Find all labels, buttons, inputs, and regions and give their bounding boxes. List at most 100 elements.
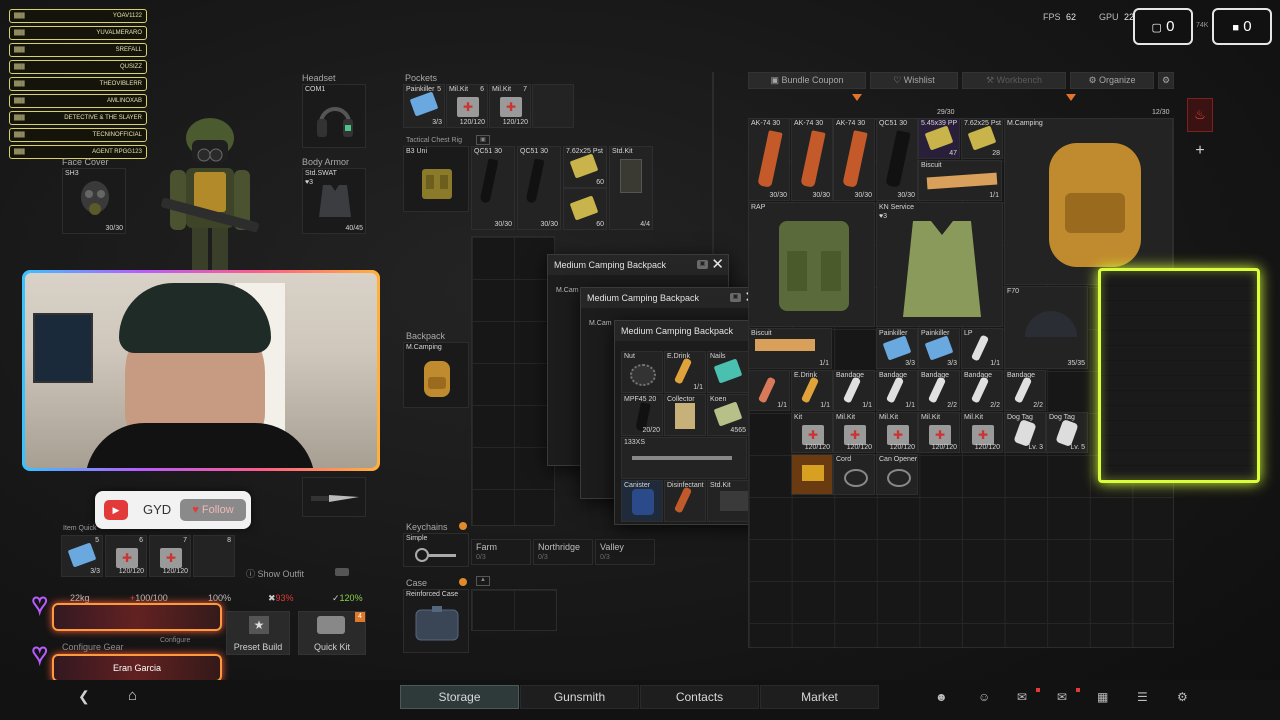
keychain-slot[interactable]: Valley 0/3 (595, 539, 655, 565)
chat-icon[interactable]: ✉ (1017, 690, 1027, 704)
stash-bandage-item[interactable]: Bandage 1/1 (833, 370, 875, 411)
window-1-close-button[interactable]: ✕ (711, 257, 724, 272)
rig-slot-item[interactable]: 7.62x25 Pst 60 (563, 146, 607, 188)
case-pin-icon[interactable]: ▲ (476, 576, 490, 586)
preset-build-button[interactable]: ★ Preset Build (226, 611, 290, 655)
mail-icon[interactable]: ✉ (1057, 690, 1067, 704)
pocket-item[interactable]: Painkiller 3/3 5 (403, 84, 445, 128)
webcam-monitor (33, 313, 93, 383)
stash-tab-main[interactable]: ♨ (1187, 98, 1213, 132)
settings-icon[interactable]: ⚙ (1177, 690, 1188, 704)
workbench-button[interactable]: ⚒ Workbench (962, 72, 1066, 89)
stash-item[interactable]: AK-74 30 30/30 (791, 118, 833, 201)
quick-slot[interactable]: ✚ 120/120 7 (149, 535, 191, 577)
backpack-item[interactable]: Canister (621, 480, 663, 522)
bundle-coupon-button[interactable]: ▣ Bundle Coupon (748, 72, 866, 89)
tasks-icon[interactable]: ☰ (1137, 690, 1148, 704)
stash-rap[interactable]: RAP (748, 202, 875, 327)
melee-slot[interactable] (302, 477, 366, 517)
stash-kit-item[interactable]: ✚ Mil.Kit 120/120 (833, 412, 875, 453)
stash-item[interactable]: AK-74 30 30/30 (833, 118, 875, 201)
stash-kit-item[interactable]: Dog Tag Lv. 5 (1046, 412, 1088, 453)
backpack-item[interactable]: 133XS (621, 437, 747, 479)
window-1-lock-icon[interactable]: ▣ (697, 260, 708, 269)
backpack-slot[interactable]: M.Camping (403, 342, 469, 408)
wishlist-button[interactable]: ♡ Wishlist (870, 72, 958, 89)
quick-kit-button[interactable]: 4 Quick Kit (298, 611, 366, 655)
rig-slot-item[interactable]: QC51 30 30/30 (471, 146, 515, 230)
window-2-lock-icon[interactable]: ▣ (730, 293, 741, 302)
face-cover-slot[interactable]: SH3 30/30 (62, 168, 126, 234)
organize-button[interactable]: ⚙ Organize (1070, 72, 1154, 89)
backpack-item[interactable]: MPF45 20 20/20 (621, 394, 663, 436)
stash-kit-item[interactable]: ✚ Mil.Kit 120/120 (961, 412, 1003, 453)
add-stash-tab-button[interactable]: + (1187, 140, 1213, 164)
body-armor-slot[interactable]: Std.SWAT ♥3 40/45 (302, 168, 366, 234)
case-info-icon[interactable] (459, 578, 467, 586)
stash-kit-item[interactable]: ✚ Mil.Kit 120/120 (918, 412, 960, 453)
shop-icon[interactable]: ▦ (1097, 690, 1108, 704)
profile-icon[interactable]: ☺ (978, 690, 990, 704)
back-button[interactable]: ❮ (78, 688, 90, 705)
configure-gear-button[interactable]: Configure Gear (62, 642, 124, 652)
stash-med-item[interactable]: Painkiller 3/3 (918, 328, 960, 369)
show-outfit-switch[interactable] (335, 568, 349, 576)
stash-bandage-item[interactable]: Bandage 1/1 (876, 370, 918, 411)
pocket-empty-slot[interactable] (532, 84, 574, 128)
rig-slot[interactable]: B3 Uni (403, 146, 469, 212)
rig-slot-item[interactable]: QC51 30 30/30 (517, 146, 561, 230)
stash-med-item[interactable]: Painkiller 3/3 (876, 328, 918, 369)
squad-icon[interactable]: ☻ (935, 690, 948, 704)
nav-tab-market[interactable]: Market (760, 685, 879, 709)
home-button[interactable]: ⌂ (128, 687, 137, 704)
stash-kit-item[interactable]: ✚ Mil.Kit 120/120 (876, 412, 918, 453)
stash-med-item[interactable]: Biscuit 1/1 (748, 328, 832, 369)
backpack-item[interactable]: Nut (621, 351, 663, 393)
quick-slot[interactable]: ✚ 120/120 6 (105, 535, 147, 577)
backpack-item[interactable]: Disinfectant (664, 480, 706, 522)
nav-tab-gunsmith[interactable]: Gunsmith (520, 685, 639, 709)
pocket-item[interactable]: ✚ Mil.Kit 120/120 6 (446, 84, 488, 128)
stash-settings-button[interactable]: ⚙ (1158, 72, 1174, 89)
keychain-info-icon[interactable] (459, 522, 467, 530)
nav-tab-contacts[interactable]: Contacts (640, 685, 759, 709)
stash-mcamping[interactable]: M.Camping (1004, 118, 1173, 285)
stash-tool-item[interactable]: Cord (833, 454, 875, 495)
stash-biscuit[interactable]: Biscuit 1/1 (918, 160, 1002, 201)
stash-bandage-item[interactable]: Bandage 2/2 (918, 370, 960, 411)
stash-tool-item[interactable]: Can Opener (876, 454, 918, 495)
pocket-item[interactable]: ✚ Mil.Kit 120/120 7 (489, 84, 531, 128)
keychain-slot[interactable]: Farm 0/3 (471, 539, 531, 565)
rig-lock-icon[interactable]: ▣ (476, 135, 490, 145)
stash-bandage-item[interactable]: Bandage 2/2 (1004, 370, 1046, 411)
headset-slot[interactable]: COM1 (302, 84, 366, 148)
backpack-item[interactable]: Nails (707, 351, 749, 393)
stash-gold-item[interactable] (791, 454, 833, 495)
stash-kit-item[interactable]: ✚ Kit 120/120 (791, 412, 833, 453)
nav-tab-storage[interactable]: Storage (400, 685, 519, 709)
stash-item[interactable]: AK-74 30 30/30 (748, 118, 790, 201)
quick-slot[interactable]: 3/3 5 (61, 535, 103, 577)
show-outfit-toggle[interactable]: ⓘ Show Outfit (246, 567, 304, 580)
stash-item[interactable]: 5.45x39 PP 47 (918, 118, 960, 159)
stash-item[interactable]: QC51 30 30/30 (876, 118, 918, 201)
stash-f70[interactable]: F70 35/35 (1004, 286, 1088, 369)
stash-bandage-item[interactable]: Bandage 2/2 (961, 370, 1003, 411)
stash-item[interactable]: 7.62x25 Pst 28 (961, 118, 1003, 159)
stash-bandage-item[interactable]: 1/1 (748, 370, 790, 411)
stash-kn-service[interactable]: KN Service ♥3 (876, 202, 1003, 327)
rig-slot-item[interactable]: Std.Kit 4/4 (609, 146, 653, 230)
case-slot[interactable]: Reinforced Case (403, 589, 469, 653)
rig-ammo-item[interactable]: 60 (563, 188, 607, 230)
stash-med-item[interactable]: LP 1/1 (961, 328, 1003, 369)
follow-button[interactable]: ♥ Follow (180, 499, 246, 521)
stash-kit-item[interactable]: Dog Tag Lv. 3 (1004, 412, 1046, 453)
keychain-slot[interactable]: Northridge 0/3 (533, 539, 593, 565)
keychain-simple-slot[interactable]: Simple (403, 533, 469, 567)
stash-bandage-item[interactable]: E.Drink 1/1 (791, 370, 833, 411)
webcam-frame (22, 270, 380, 471)
backpack-item[interactable]: E.Drink 1/1 (664, 351, 706, 393)
backpack-item[interactable]: Collector (664, 394, 706, 436)
backpack-item[interactable]: Koen 4565 (707, 394, 749, 436)
quick-slot[interactable]: 8 (193, 535, 235, 577)
